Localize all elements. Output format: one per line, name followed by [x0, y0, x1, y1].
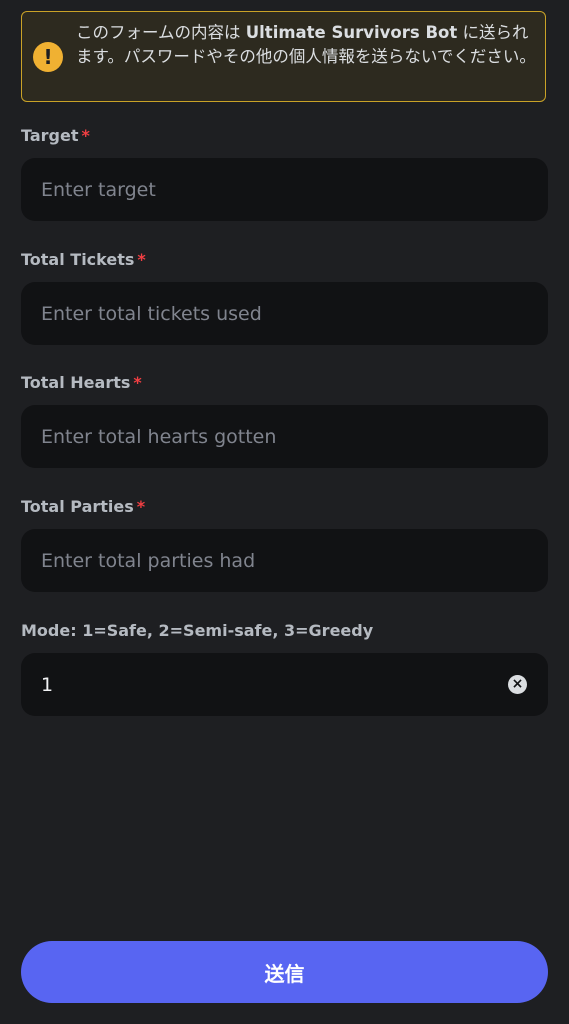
submit-button[interactable]: 送信 — [21, 941, 548, 1003]
mode-label: Mode: 1=Safe, 2=Semi-safe, 3=Greedy — [21, 621, 373, 640]
total-hearts-label: Total Hearts * — [21, 373, 142, 392]
mode-label-text: Mode: 1=Safe, 2=Semi-safe, 3=Greedy — [21, 621, 374, 640]
total-hearts-input[interactable]: Enter total hearts gotten — [21, 405, 548, 468]
total-hearts-label-text: Total Hearts — [21, 373, 131, 392]
total-hearts-placeholder: Enter total hearts gotten — [41, 425, 277, 448]
total-parties-label-text: Total Parties — [21, 497, 134, 516]
target-label-text: Target — [21, 126, 79, 145]
mode-value: 1 — [41, 673, 54, 696]
exclamation-icon: ! — [33, 42, 63, 72]
total-parties-input[interactable]: Enter total parties had — [21, 529, 548, 592]
warning-bot-name: Ultimate Survivors Bot — [245, 23, 458, 42]
total-tickets-placeholder: Enter total tickets used — [41, 302, 262, 325]
warning-text: このフォームの内容は Ultimate Survivors Bot に送られます… — [76, 21, 538, 69]
required-mark: * — [81, 126, 90, 145]
warning-banner: ! このフォームの内容は Ultimate Survivors Bot に送られ… — [21, 11, 546, 102]
target-label: Target * — [21, 126, 90, 145]
target-placeholder: Enter target — [41, 178, 156, 201]
warning-prefix: このフォームの内容は — [76, 23, 246, 42]
required-mark: * — [136, 497, 146, 516]
total-tickets-label: Total Tickets * — [21, 250, 146, 269]
required-mark: * — [137, 250, 146, 269]
total-parties-placeholder: Enter total parties had — [41, 549, 256, 572]
total-tickets-input[interactable]: Enter total tickets used — [21, 282, 548, 345]
total-tickets-label-text: Total Tickets — [21, 250, 135, 269]
target-input[interactable]: Enter target — [21, 158, 548, 221]
submit-label: 送信 — [264, 961, 305, 986]
required-mark: * — [133, 373, 142, 392]
clear-icon[interactable]: × — [508, 675, 527, 694]
mode-input[interactable]: 1 × — [21, 653, 548, 716]
total-parties-label: Total Parties * — [21, 497, 145, 516]
